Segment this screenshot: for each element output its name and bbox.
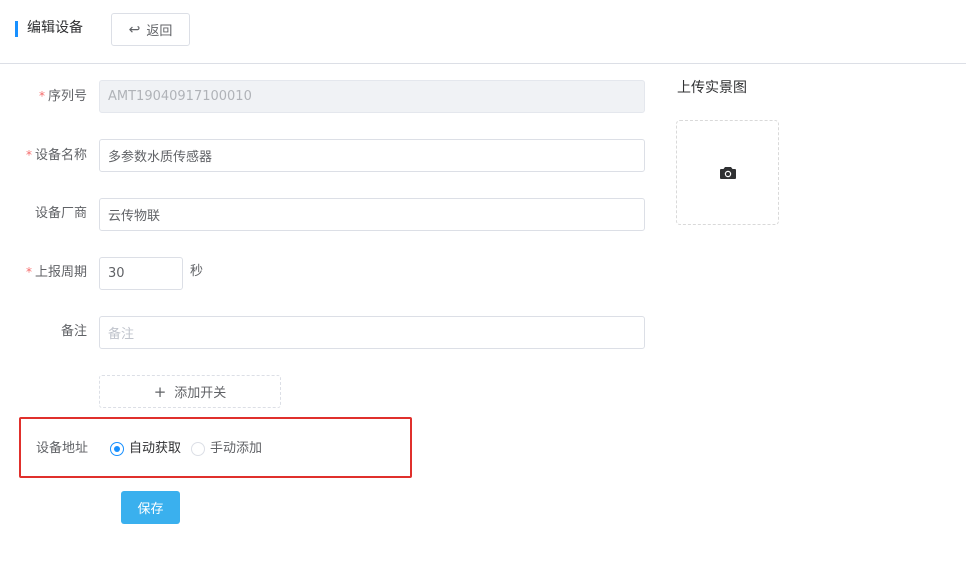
note-input[interactable]: 备注 (99, 316, 645, 349)
radio-manual-add[interactable]: 手动添加 (191, 439, 262, 459)
device-name-label: * 设备名称 (25, 148, 87, 163)
photo-upload-area[interactable] (676, 120, 779, 225)
vendor-input[interactable]: 云传物联 (99, 198, 645, 231)
camera-icon (719, 166, 736, 179)
required-mark: * (25, 265, 32, 279)
radio-checked-icon (110, 442, 124, 456)
radio-auto-acquire[interactable]: 自动获取 (110, 439, 181, 459)
device-address-label: 设备地址 (36, 441, 89, 456)
back-button[interactable]: ↩ 返回 (111, 13, 190, 46)
radio-unchecked-icon (191, 442, 205, 456)
note-label: 备注 (60, 324, 87, 339)
report-period-input[interactable]: 30 (99, 257, 183, 290)
serial-label: * 序列号 (38, 89, 87, 104)
required-mark: * (38, 89, 45, 103)
serial-input[interactable]: AMT19040917100010 (99, 80, 645, 113)
back-button-label: 返回 (146, 24, 173, 39)
title-accent-bar (15, 21, 18, 37)
page-title: 编辑设备 (27, 20, 83, 36)
vendor-label: 设备厂商 (34, 206, 87, 221)
required-mark: * (25, 148, 32, 162)
add-switch-label: 添加开关 (174, 386, 227, 401)
plus-icon: + (153, 382, 167, 401)
page-header: 编辑设备 ↩ 返回 (0, 0, 966, 64)
period-unit: 秒 (190, 264, 204, 279)
save-button[interactable]: 保存 (121, 491, 180, 524)
report-period-label: * 上报周期 (25, 265, 87, 280)
add-switch-button[interactable]: + 添加开关 (99, 375, 281, 408)
return-arrow-icon: ↩ (128, 21, 141, 38)
upload-photo-title: 上传实景图 (677, 80, 747, 96)
device-name-input[interactable]: 多参数水质传感器 (99, 139, 645, 172)
